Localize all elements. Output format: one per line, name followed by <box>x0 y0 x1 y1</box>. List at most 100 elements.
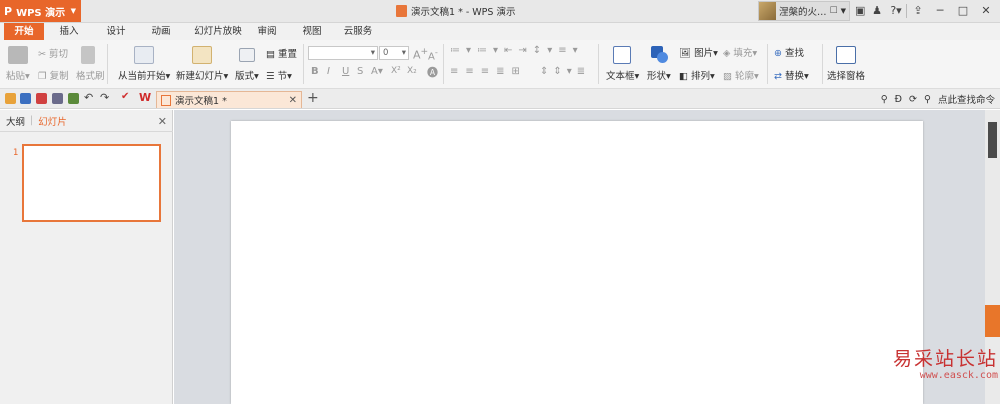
tab-review[interactable]: 审阅 <box>252 23 282 40</box>
clipboard-icon[interactable]: ▣ <box>855 3 865 19</box>
wps-w-logo-icon[interactable]: W <box>139 91 151 104</box>
copy-icon: ❐ <box>38 71 47 82</box>
outline-button[interactable]: ▨ 轮廓▾ <box>723 68 759 82</box>
underline-button[interactable]: U <box>342 66 349 77</box>
superscript-button[interactable]: X² <box>391 66 401 76</box>
replace-button[interactable]: ⇄ 替换▾ <box>774 68 809 82</box>
subscript-button[interactable]: X₂ <box>407 66 417 76</box>
find-button[interactable]: ⊕ 查找 <box>774 45 804 59</box>
font-color-label: A <box>371 66 378 77</box>
tab-slides[interactable]: 幻灯片 <box>38 114 67 128</box>
tab-insert[interactable]: 插入 <box>52 23 86 40</box>
chevron-down-icon: ▼ <box>70 7 76 15</box>
format-painter-button[interactable]: 格式刷 <box>76 68 105 82</box>
watermark: 易采站长站 www.easck.com <box>893 348 998 382</box>
slide-canvas[interactable] <box>231 121 923 404</box>
paragraph-spacing-buttons[interactable]: ⇕⇕▾≣ <box>540 66 590 77</box>
new-slide-button[interactable]: 新建幻灯片▾ <box>176 68 228 82</box>
tab-design[interactable]: 设计 <box>99 23 133 40</box>
user-account[interactable]: 涅槃的火… ☐ ▼ <box>758 1 850 21</box>
new-tab-button[interactable]: + <box>307 90 319 106</box>
section-button[interactable]: ☰ 节▾ <box>266 68 292 82</box>
copy-button[interactable]: ❐ 复制 <box>38 68 69 82</box>
tab-cloud[interactable]: 云服务 <box>338 23 378 40</box>
format-painter-icon <box>81 46 95 64</box>
tab-home[interactable]: 开始 <box>4 23 44 40</box>
command-search[interactable]: 点此查找命令 <box>938 92 995 106</box>
shape-label: 形状 <box>647 71 667 82</box>
text-effect-icon[interactable]: 🅐 <box>427 64 438 80</box>
search-icon[interactable]: ⚲ <box>924 94 931 105</box>
help-icon[interactable]: ?▾ <box>888 3 904 19</box>
close-icon[interactable]: ✕ <box>158 115 167 128</box>
group-divider <box>303 44 304 84</box>
skin-shirt-icon[interactable]: ♟ <box>871 3 883 19</box>
circle-shape-icon <box>657 52 668 63</box>
cut-label: 剪切 <box>49 49 69 60</box>
app-menu-button[interactable]: P WPS 演示 ▼ <box>0 0 81 22</box>
font-color-button[interactable]: A▾ <box>371 66 383 77</box>
from-current-button[interactable]: 从当前开始▾ <box>118 68 170 82</box>
list-buttons[interactable]: ≔▾≔▾⇤⇥↕▾≡▾ <box>450 45 584 56</box>
arrange-icon: ◧ <box>679 71 688 82</box>
upload-icon[interactable]: ⇪ <box>911 3 925 19</box>
tab-slideshow[interactable]: 幻灯片放映 <box>188 23 248 40</box>
picture-button[interactable]: 🖼 图片▾ <box>679 45 718 59</box>
arrange-button[interactable]: ◧ 排列▾ <box>679 68 715 82</box>
group-divider <box>598 44 599 84</box>
save-icon[interactable] <box>20 93 31 104</box>
export-pdf-icon[interactable] <box>36 93 47 104</box>
undo-icon[interactable]: ↶ <box>84 91 93 104</box>
text-box-button[interactable]: 文本框▾ <box>606 68 639 82</box>
paste-button[interactable]: 粘贴▾ <box>6 68 30 82</box>
redo-icon[interactable]: ↷ <box>100 91 109 104</box>
font-size-select[interactable]: 0 ▾ <box>379 46 409 60</box>
align-buttons[interactable]: ≡≡≡≣⊞ <box>450 66 527 77</box>
shrink-font-label: A <box>428 51 435 63</box>
selection-pane-icon <box>836 46 856 64</box>
cut-button[interactable]: ✂ 剪切 <box>38 46 68 60</box>
close-icon[interactable]: ✕ <box>979 3 993 19</box>
bold-button[interactable]: B <box>311 66 319 77</box>
fill-label: 填充 <box>733 48 753 59</box>
section-label: 节 <box>277 71 288 82</box>
reset-button[interactable]: ▤ 重置 <box>266 46 297 60</box>
fill-button[interactable]: ◈ 填充▾ <box>723 45 757 59</box>
scrollbar-thumb[interactable] <box>988 122 997 158</box>
bold-d-icon[interactable]: Ð <box>895 94 902 105</box>
image-icon: 🖼 <box>679 48 692 59</box>
panel-tabs: 大纲 | 幻灯片 <box>0 110 173 132</box>
close-icon[interactable]: ✕ <box>289 95 297 106</box>
side-tab-marker[interactable] <box>985 305 1000 337</box>
customize-icon[interactable]: ✔ <box>121 91 129 102</box>
maximize-icon[interactable]: □ <box>956 3 970 19</box>
grow-font-label: A <box>413 48 421 62</box>
watermark-url: www.easck.com <box>919 370 998 381</box>
divider: | <box>30 115 34 126</box>
tab-view[interactable]: 视图 <box>297 23 327 40</box>
app-name: WPS 演示 <box>16 7 66 19</box>
selection-pane-button[interactable]: 选择窗格 <box>827 68 865 82</box>
group-divider <box>767 44 768 84</box>
slide-thumbnail[interactable] <box>22 144 161 222</box>
font-name-select[interactable]: ▾ <box>308 46 378 60</box>
tab-outline[interactable]: 大纲 <box>6 114 25 128</box>
minimize-icon[interactable]: ─ <box>933 3 947 19</box>
open-folder-icon[interactable] <box>5 93 16 104</box>
picture-label: 图片 <box>694 48 714 59</box>
shrink-font-button[interactable]: A- <box>428 47 438 62</box>
strikethrough-button[interactable]: S <box>357 66 363 77</box>
sync-icon[interactable]: ⟳ <box>909 94 917 105</box>
shape-button[interactable]: 形状▾ <box>647 68 671 82</box>
line-spacing-icon: ↕ <box>532 45 548 56</box>
tab-animation[interactable]: 动画 <box>144 23 178 40</box>
print-preview-icon[interactable] <box>68 93 79 104</box>
new-slide-label: 新建幻灯片 <box>176 71 224 82</box>
layout-button[interactable]: 版式▾ <box>235 68 259 82</box>
quick-access-bar: ↶ ↷ ✔ W 演示文稿1 * ✕ + ⚲ Ð ⟳ ⚲ 点此查找命令 <box>0 89 1000 109</box>
italic-button[interactable]: I <box>327 66 330 77</box>
document-tab[interactable]: 演示文稿1 * ✕ <box>156 91 302 108</box>
grow-font-button[interactable]: A+ <box>413 46 428 62</box>
print-icon[interactable] <box>52 93 63 104</box>
pin-icon[interactable]: ⚲ <box>881 94 888 105</box>
